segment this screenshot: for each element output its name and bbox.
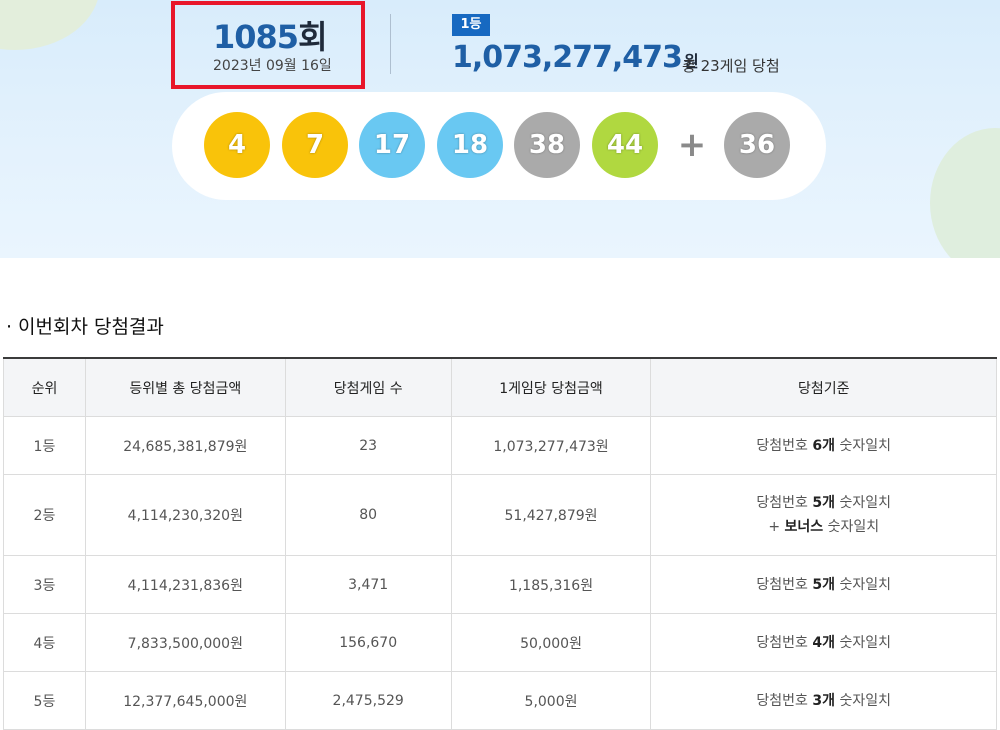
game-count-cell: 23 bbox=[284, 416, 452, 475]
total-amount-cell: 4,114,230,320원 bbox=[84, 474, 286, 556]
rank-cell: 1등 bbox=[3, 416, 86, 475]
header-divider bbox=[390, 14, 391, 74]
header-per-game-amount: 1게임당 당첨금액 bbox=[450, 357, 652, 417]
first-prize-amount: 1,073,277,473 원 bbox=[452, 40, 699, 75]
total-amount-cell: 24,685,381,879원 bbox=[84, 416, 286, 475]
number-ball: 38 bbox=[514, 112, 580, 178]
criteria-cell: 당첨번호 3개 숫자일치 bbox=[650, 671, 997, 730]
header-rank: 순위 bbox=[3, 357, 86, 417]
number-ball: 7 bbox=[282, 112, 348, 178]
game-count-cell: 80 bbox=[284, 474, 452, 556]
number-ball: 17 bbox=[359, 112, 425, 178]
rank-cell: 3등 bbox=[3, 555, 86, 614]
header-game-count: 당첨게임 수 bbox=[284, 357, 452, 417]
bonus-ball: 36 bbox=[724, 112, 790, 178]
section-title: · 이번회차 당첨결과 bbox=[0, 312, 164, 339]
game-count-cell: 156,670 bbox=[284, 613, 452, 672]
rank-cell: 4등 bbox=[3, 613, 86, 672]
per-game-amount-cell: 5,000원 bbox=[450, 671, 652, 730]
number-ball: 18 bbox=[437, 112, 503, 178]
draw-number: 1085회 bbox=[213, 18, 328, 56]
per-game-amount-cell: 1,073,277,473원 bbox=[450, 416, 652, 475]
per-game-amount-cell: 51,427,879원 bbox=[450, 474, 652, 556]
winning-results-banner: 1085회 2023년 09월 16일 1등 1,073,277,473 원 총 … bbox=[0, 0, 1000, 258]
per-game-amount-cell: 50,000원 bbox=[450, 613, 652, 672]
game-count-cell: 3,471 bbox=[284, 555, 452, 614]
header-criteria: 당첨기준 bbox=[650, 357, 997, 417]
table-row: 5등 12,377,645,000원 2,475,529 5,000원 당첨번호… bbox=[3, 671, 997, 730]
header-total-amount: 등위별 총 당첨금액 bbox=[84, 357, 286, 417]
total-amount-cell: 7,833,500,000원 bbox=[84, 613, 286, 672]
first-prize-badge: 1등 bbox=[452, 14, 490, 36]
table-row: 4등 7,833,500,000원 156,670 50,000원 당첨번호 4… bbox=[3, 613, 997, 672]
rank-cell: 2등 bbox=[3, 474, 86, 556]
criteria-cell: 당첨번호 4개 숫자일치 bbox=[650, 613, 997, 672]
number-ball: 4 bbox=[204, 112, 270, 178]
decorative-circle-right bbox=[930, 128, 1000, 258]
winning-numbers-panel: 4 7 17 18 38 44 + 36 bbox=[172, 92, 826, 200]
total-amount-cell: 4,114,231,836원 bbox=[84, 555, 286, 614]
draw-date: 2023년 09월 16일 bbox=[213, 58, 332, 74]
per-game-amount-cell: 1,185,316원 bbox=[450, 555, 652, 614]
criteria-cell: 당첨번호 6개 숫자일치 bbox=[650, 416, 997, 475]
first-prize-winners: 총 23게임 당첨 bbox=[682, 57, 780, 75]
table-row: 1등 24,685,381,879원 23 1,073,277,473원 당첨번… bbox=[3, 416, 997, 475]
number-ball: 44 bbox=[592, 112, 658, 178]
table-row: 3등 4,114,231,836원 3,471 1,185,316원 당첨번호 … bbox=[3, 555, 997, 614]
rank-cell: 5등 bbox=[3, 671, 86, 730]
table-row: 2등 4,114,230,320원 80 51,427,879원 당첨번호 5개… bbox=[3, 474, 997, 556]
criteria-cell: 당첨번호 5개 숫자일치 + 보너스 숫자일치 bbox=[650, 474, 997, 556]
bullet-icon: · bbox=[5, 316, 13, 338]
total-amount-cell: 12,377,645,000원 bbox=[84, 671, 286, 730]
plus-icon: + bbox=[677, 125, 707, 165]
game-count-cell: 2,475,529 bbox=[284, 671, 452, 730]
results-table: 순위 등위별 총 당첨금액 당첨게임 수 1게임당 당첨금액 당첨기준 1등 2… bbox=[3, 357, 997, 730]
decorative-circle-left bbox=[0, 0, 100, 50]
table-header-row: 순위 등위별 총 당첨금액 당첨게임 수 1게임당 당첨금액 당첨기준 bbox=[3, 357, 997, 417]
criteria-cell: 당첨번호 5개 숫자일치 bbox=[650, 555, 997, 614]
